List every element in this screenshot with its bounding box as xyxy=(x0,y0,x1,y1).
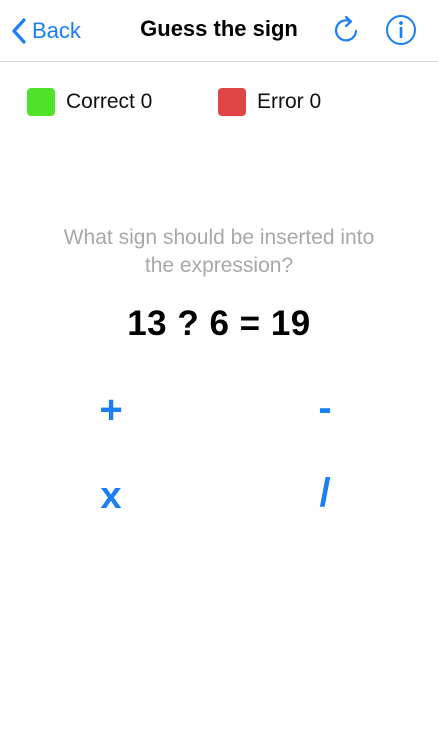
correct-swatch xyxy=(27,88,55,116)
back-button[interactable]: Back xyxy=(10,14,81,48)
plus-answer-button[interactable]: + xyxy=(51,380,171,440)
game-screen: Back Guess the sign Correct 0 Error 0 Wh… xyxy=(0,0,438,750)
info-button[interactable] xyxy=(385,14,417,46)
score-row: Correct 0 Error 0 xyxy=(0,87,438,117)
back-label: Back xyxy=(32,18,81,43)
refresh-icon xyxy=(334,15,358,42)
navigation-bar: Back Guess the sign xyxy=(0,0,438,62)
correct-score-label: Correct 0 xyxy=(66,90,153,113)
chevron-left-icon xyxy=(12,18,26,44)
divide-answer-button[interactable]: / xyxy=(265,463,385,523)
question-line-2: the expression? xyxy=(144,254,294,277)
question-line-1: What sign should be inserted into xyxy=(63,226,375,249)
info-icon xyxy=(386,15,416,45)
minus-answer-button[interactable]: - xyxy=(265,378,385,438)
times-answer-button[interactable]: x xyxy=(51,466,171,526)
refresh-button[interactable] xyxy=(331,14,363,46)
error-score-label: Error 0 xyxy=(257,90,322,113)
error-swatch xyxy=(218,88,246,116)
math-expression: 13 ? 6 = 19 xyxy=(127,304,311,343)
correct-score: Correct 0 xyxy=(27,87,152,117)
error-score: Error 0 xyxy=(218,87,321,117)
question-text: What sign should be inserted into the ex… xyxy=(0,224,438,280)
